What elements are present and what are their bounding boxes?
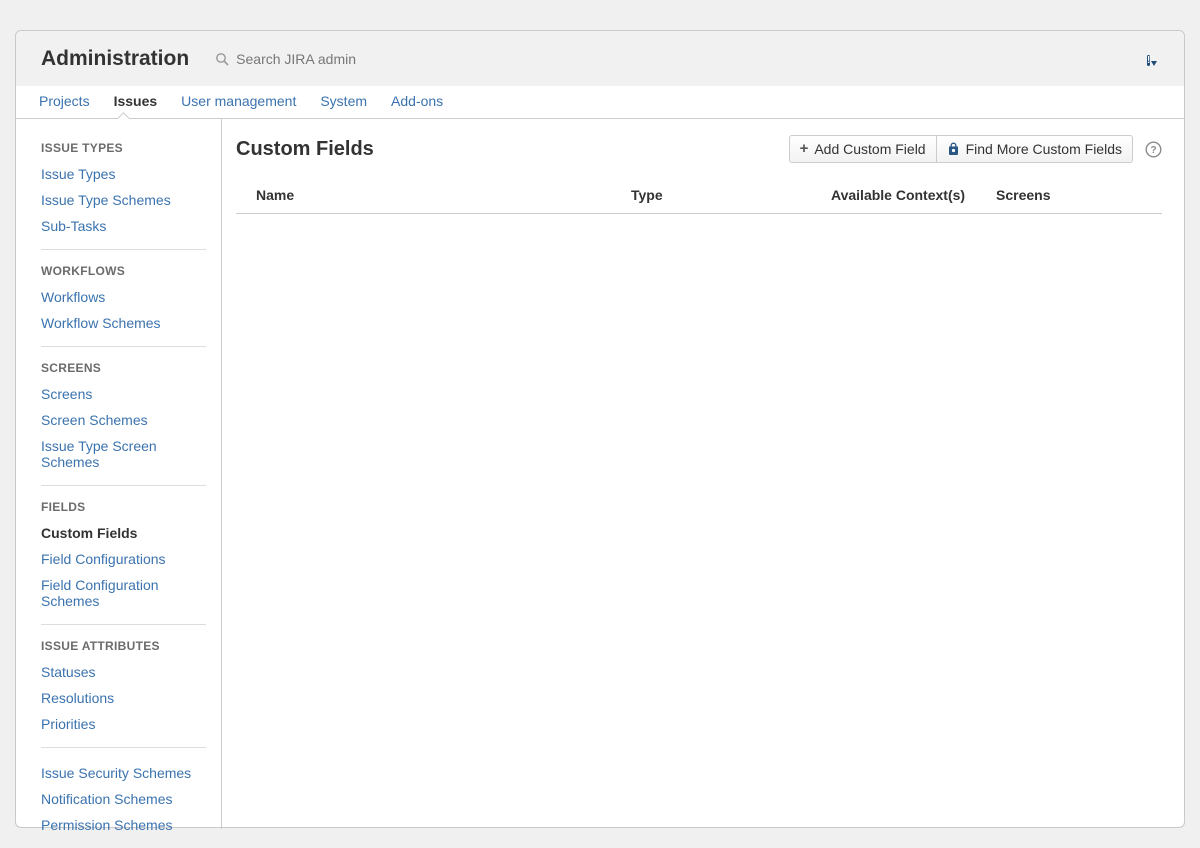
sidebar-item-issue-type-screen-schemes[interactable]: Issue Type Screen Schemes	[41, 433, 206, 475]
search-icon	[215, 52, 229, 66]
sidebar-group-header: ISSUE ATTRIBUTES	[41, 639, 206, 653]
tab-user-management[interactable]: User management	[181, 93, 296, 109]
sidebar-item-priorities[interactable]: Priorities	[41, 711, 206, 737]
section-title: Custom Fields	[236, 138, 374, 161]
sidebar-item-field-configuration-schemes[interactable]: Field Configuration Schemes	[41, 572, 206, 614]
column-header-name: Name	[236, 187, 631, 203]
plus-icon: +	[800, 142, 809, 156]
help-icon[interactable]: ?	[1145, 141, 1162, 158]
column-header-screens: Screens	[996, 187, 1129, 203]
sidebar-group: ISSUE TYPES Issue TypesIssue Type Scheme…	[41, 137, 206, 249]
sidebar-group: Issue Security SchemesNotification Schem…	[41, 747, 206, 848]
table-header: Name Type Available Context(s) Screens	[236, 181, 1162, 214]
main-content: Custom Fields + Add Custom Field Find Mo…	[222, 119, 1184, 829]
sidebar-item-resolutions[interactable]: Resolutions	[41, 685, 206, 711]
feedback-icon[interactable]: !	[1147, 50, 1164, 68]
add-custom-field-button[interactable]: + Add Custom Field	[789, 135, 937, 163]
custom-field-actions: + Add Custom Field Find More Custom Fiel…	[789, 135, 1133, 163]
column-header-type: Type	[631, 187, 831, 203]
sidebar-item-workflow-schemes[interactable]: Workflow Schemes	[41, 310, 206, 336]
sidebar-item-issue-types[interactable]: Issue Types	[41, 161, 206, 187]
sidebar-group-header: ISSUE TYPES	[41, 141, 206, 155]
search-input[interactable]	[234, 50, 454, 68]
sidebar-item-sub-tasks[interactable]: Sub-Tasks	[41, 213, 206, 239]
sidebar-item-permission-schemes[interactable]: Permission Schemes	[41, 812, 206, 838]
sidebar-group: SCREENS ScreensScreen SchemesIssue Type …	[41, 346, 206, 485]
tab-projects[interactable]: Projects	[39, 93, 90, 109]
find-more-custom-fields-button[interactable]: Find More Custom Fields	[936, 135, 1133, 163]
sidebar-group-header: FIELDS	[41, 500, 206, 514]
sidebar-group: WORKFLOWS WorkflowsWorkflow Schemes	[41, 249, 206, 346]
sidebar-item-field-configurations[interactable]: Field Configurations	[41, 546, 206, 572]
sidebar-item-screens[interactable]: Screens	[41, 381, 206, 407]
sidebar-group: FIELDS Custom FieldsField Configurations…	[41, 485, 206, 624]
sidebar-item-screen-schemes[interactable]: Screen Schemes	[41, 407, 206, 433]
column-header-contexts: Available Context(s)	[831, 187, 996, 203]
sidebar-item-workflows[interactable]: Workflows	[41, 284, 206, 310]
tab-system[interactable]: System	[320, 93, 367, 109]
sidebar-item-issue-security-schemes[interactable]: Issue Security Schemes	[41, 760, 206, 786]
marketplace-icon	[947, 142, 960, 156]
admin-search	[215, 50, 454, 68]
sidebar-item-custom-fields[interactable]: Custom Fields	[41, 520, 206, 546]
sidebar-item-notification-schemes[interactable]: Notification Schemes	[41, 786, 206, 812]
sidebar-group-header: SCREENS	[41, 361, 206, 375]
sidebar: ISSUE TYPES Issue TypesIssue Type Scheme…	[16, 119, 222, 829]
admin-panel: Administration ! Projects Issues User mana…	[15, 30, 1185, 828]
tab-issues[interactable]: Issues	[114, 93, 158, 109]
page-title: Administration	[41, 47, 189, 71]
sidebar-item-issue-type-schemes[interactable]: Issue Type Schemes	[41, 187, 206, 213]
admin-header: Administration !	[16, 31, 1184, 86]
tab-add-ons[interactable]: Add-ons	[391, 93, 443, 109]
sidebar-group: ISSUE ATTRIBUTES StatusesResolutionsPrio…	[41, 624, 206, 747]
admin-tabs: Projects Issues User management System Add-o…	[16, 86, 1184, 119]
sidebar-group-header: WORKFLOWS	[41, 264, 206, 278]
sidebar-item-statuses[interactable]: Statuses	[41, 659, 206, 685]
svg-text:?: ?	[1150, 145, 1156, 156]
